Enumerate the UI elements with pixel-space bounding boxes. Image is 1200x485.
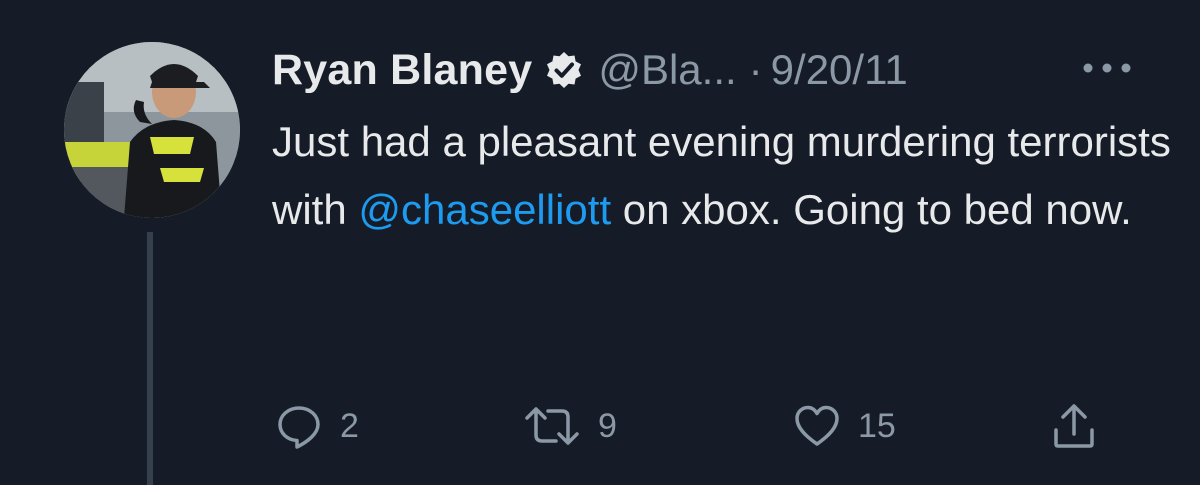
tweet[interactable]: Ryan Blaney @Bla... · 9/20/11 Just had a…: [0, 0, 1200, 485]
share-button[interactable]: [1052, 398, 1096, 454]
like-count: 15: [858, 406, 896, 445]
thread-line: [147, 232, 153, 485]
retweet-icon: [525, 407, 579, 445]
reply-button[interactable]: 2: [276, 398, 359, 454]
like-button[interactable]: 15: [794, 398, 896, 454]
mention-link[interactable]: @chaseelliott: [358, 186, 611, 233]
verified-badge-icon: [544, 50, 584, 90]
share-icon: [1054, 404, 1094, 448]
reply-icon: [278, 406, 320, 449]
display-name[interactable]: Ryan Blaney: [272, 46, 532, 95]
separator-dot: ·: [748, 46, 763, 93]
user-handle[interactable]: @Bla...: [598, 46, 736, 94]
avatar[interactable]: [64, 42, 240, 218]
tweet-text-part2: on xbox. Going to bed now.: [611, 186, 1132, 233]
reply-count: 2: [340, 406, 359, 445]
retweet-count: 9: [598, 406, 617, 445]
retweet-button[interactable]: 9: [524, 398, 617, 454]
like-icon: [795, 405, 839, 446]
more-options-icon[interactable]: [1080, 58, 1134, 78]
tweet-date[interactable]: 9/20/11: [771, 46, 908, 94]
tweet-text: Just had a pleasant evening murdering te…: [272, 108, 1172, 244]
action-bar: 2 9 15: [272, 398, 1132, 454]
tweet-header: Ryan Blaney @Bla... · 9/20/11: [272, 40, 908, 100]
